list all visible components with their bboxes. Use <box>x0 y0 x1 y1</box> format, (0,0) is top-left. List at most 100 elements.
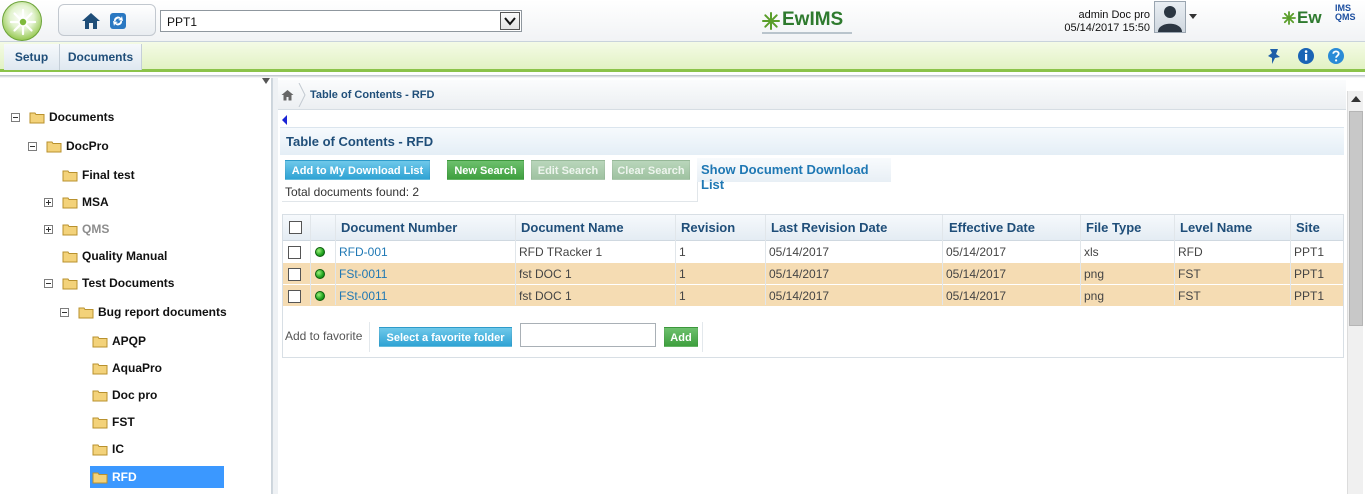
breadcrumb-home-icon[interactable] <box>281 89 294 101</box>
col-document-number[interactable]: Document Number <box>341 220 457 235</box>
tree-node-quality-manual[interactable]: Quality Manual <box>62 246 167 266</box>
tree-node-docpro[interactable]: DocPro <box>28 136 109 156</box>
breadcrumb-current[interactable]: Table of Contents - RFD <box>310 89 434 101</box>
last-revision-date: 05/14/2017 <box>769 267 830 281</box>
breadcrumb-separator-icon <box>298 83 306 107</box>
page-scrollbar[interactable] <box>1347 91 1363 494</box>
last-revision-date: 05/14/2017 <box>769 245 830 259</box>
folder-icon <box>62 278 78 289</box>
table-row[interactable]: FSt-0011 fst DOC 1 1 05/14/2017 05/14/20… <box>283 285 1343 307</box>
tab-documents[interactable]: Documents <box>60 44 142 70</box>
collapse-icon[interactable] <box>60 307 69 317</box>
collapse-icon[interactable] <box>11 112 20 122</box>
documents-table: Document Number Document Name Revision L… <box>282 214 1344 358</box>
pin-icon[interactable] <box>1266 47 1284 65</box>
info-icon[interactable] <box>1297 47 1315 65</box>
help-icon[interactable] <box>1327 47 1345 65</box>
select-all-checkbox[interactable] <box>289 221 302 234</box>
tree-node-fst[interactable]: FST <box>92 412 135 432</box>
col-effective-date[interactable]: Effective Date <box>949 220 1035 235</box>
tree-node-apqp[interactable]: APQP <box>92 331 146 351</box>
col-divider <box>310 215 311 305</box>
revision: 1 <box>679 245 686 259</box>
add-favorite-button[interactable]: Add <box>664 327 698 347</box>
select-favorite-folder-button[interactable]: Select a favorite folder <box>379 327 512 347</box>
document-number-link[interactable]: FSt-0011 <box>339 267 387 281</box>
col-document-name[interactable]: Document Name <box>521 220 624 235</box>
site-select-value: PPT1 <box>167 15 198 29</box>
row-checkbox[interactable] <box>288 290 301 303</box>
file-type: xls <box>1084 245 1099 259</box>
home-icon[interactable] <box>81 11 101 31</box>
tree-node-final-test[interactable]: Final test <box>62 165 135 185</box>
user-info: admin Doc pro 05/14/2017 15:50 <box>1030 9 1150 35</box>
clear-search-button[interactable]: Clear Search <box>612 160 690 180</box>
site-select[interactable]: PPT1 <box>160 10 522 32</box>
effective-date: 05/14/2017 <box>946 267 1007 281</box>
tree-node-documents[interactable]: Documents <box>11 107 114 127</box>
col-divider <box>335 215 336 305</box>
collapse-tree-icon[interactable] <box>262 78 270 84</box>
expand-icon[interactable] <box>44 197 53 207</box>
status-active-icon <box>315 247 325 257</box>
divider <box>369 322 370 352</box>
scroll-up-icon[interactable] <box>1351 96 1361 102</box>
document-number-link[interactable]: RFD-001 <box>339 245 388 259</box>
refresh-icon[interactable] <box>109 12 127 30</box>
effective-date: 05/14/2017 <box>946 245 1007 259</box>
tree-node-qms[interactable]: QMS <box>44 219 109 239</box>
table-row[interactable]: RFD-001 RFD TRacker 1 1 05/14/2017 05/14… <box>283 241 1343 263</box>
main-menu: Setup Documents <box>0 42 1365 72</box>
row-checkbox[interactable] <box>288 246 301 259</box>
file-type: png <box>1084 267 1105 281</box>
table-header: Document Number Document Name Revision L… <box>283 215 1343 241</box>
add-to-download-list-button[interactable]: Add to My Download List <box>285 160 430 180</box>
level-name: FST <box>1178 267 1201 281</box>
tree-node-test-documents[interactable]: Test Documents <box>44 273 174 293</box>
brand-right-sub: IMS QMS <box>1335 3 1356 22</box>
table-row[interactable]: FSt-0011 fst DOC 1 1 05/14/2017 05/14/20… <box>283 263 1343 285</box>
tree-node-aquapro[interactable]: AquaPro <box>92 358 162 378</box>
favorite-folder-input[interactable] <box>520 323 656 347</box>
brand-right-text: Ew <box>1297 8 1322 27</box>
new-search-button[interactable]: New Search <box>447 160 524 180</box>
edit-search-button[interactable]: Edit Search <box>531 160 605 180</box>
document-name: fst DOC 1 <box>519 267 572 281</box>
document-number-link[interactable]: FSt-0011 <box>339 289 387 303</box>
tree-node-msa[interactable]: MSA <box>44 192 109 212</box>
col-revision[interactable]: Revision <box>681 220 735 235</box>
folder-icon <box>92 417 108 428</box>
tree-node-ic[interactable]: IC <box>92 439 124 459</box>
row-checkbox[interactable] <box>288 268 301 281</box>
user-datetime: 05/14/2017 15:50 <box>1064 22 1150 34</box>
col-last-revision-date[interactable]: Last Revision Date <box>771 220 887 235</box>
revision: 1 <box>679 289 686 303</box>
user-menu-caret-icon[interactable] <box>1189 14 1197 19</box>
collapse-icon[interactable] <box>44 278 53 288</box>
folder-icon <box>78 307 94 318</box>
top-header: PPT1 EwIMS admin Doc pro 05/14/2017 15:5… <box>0 0 1365 42</box>
status-active-icon <box>315 291 325 301</box>
scroll-thumb[interactable] <box>1349 111 1363 326</box>
folder-icon <box>92 336 108 347</box>
col-site[interactable]: Site <box>1296 220 1320 235</box>
brand-tagline-bar <box>762 32 852 34</box>
section-header: Table of Contents - RFD <box>280 127 1344 155</box>
collapse-left-icon[interactable] <box>282 115 287 125</box>
tree-node-doc-pro[interactable]: Doc pro <box>92 385 157 405</box>
col-level-name[interactable]: Level Name <box>1180 220 1252 235</box>
tab-setup[interactable]: Setup <box>4 44 60 70</box>
avatar[interactable] <box>1154 1 1186 33</box>
tree-node-bug-report-documents[interactable]: Bug report documents <box>60 302 227 322</box>
col-file-type[interactable]: File Type <box>1086 220 1141 235</box>
folder-icon <box>92 390 108 401</box>
show-download-list-link[interactable]: Show Document Download List <box>697 158 891 192</box>
tree-node-rfd[interactable]: RFD <box>90 466 224 488</box>
expand-icon[interactable] <box>44 224 53 234</box>
revision: 1 <box>679 267 686 281</box>
folder-icon <box>92 472 108 483</box>
app-logo-icon[interactable] <box>2 1 42 41</box>
chevron-down-icon[interactable] <box>500 12 520 30</box>
collapse-icon[interactable] <box>28 141 37 151</box>
brand-center-text: EwIMS <box>782 9 844 30</box>
